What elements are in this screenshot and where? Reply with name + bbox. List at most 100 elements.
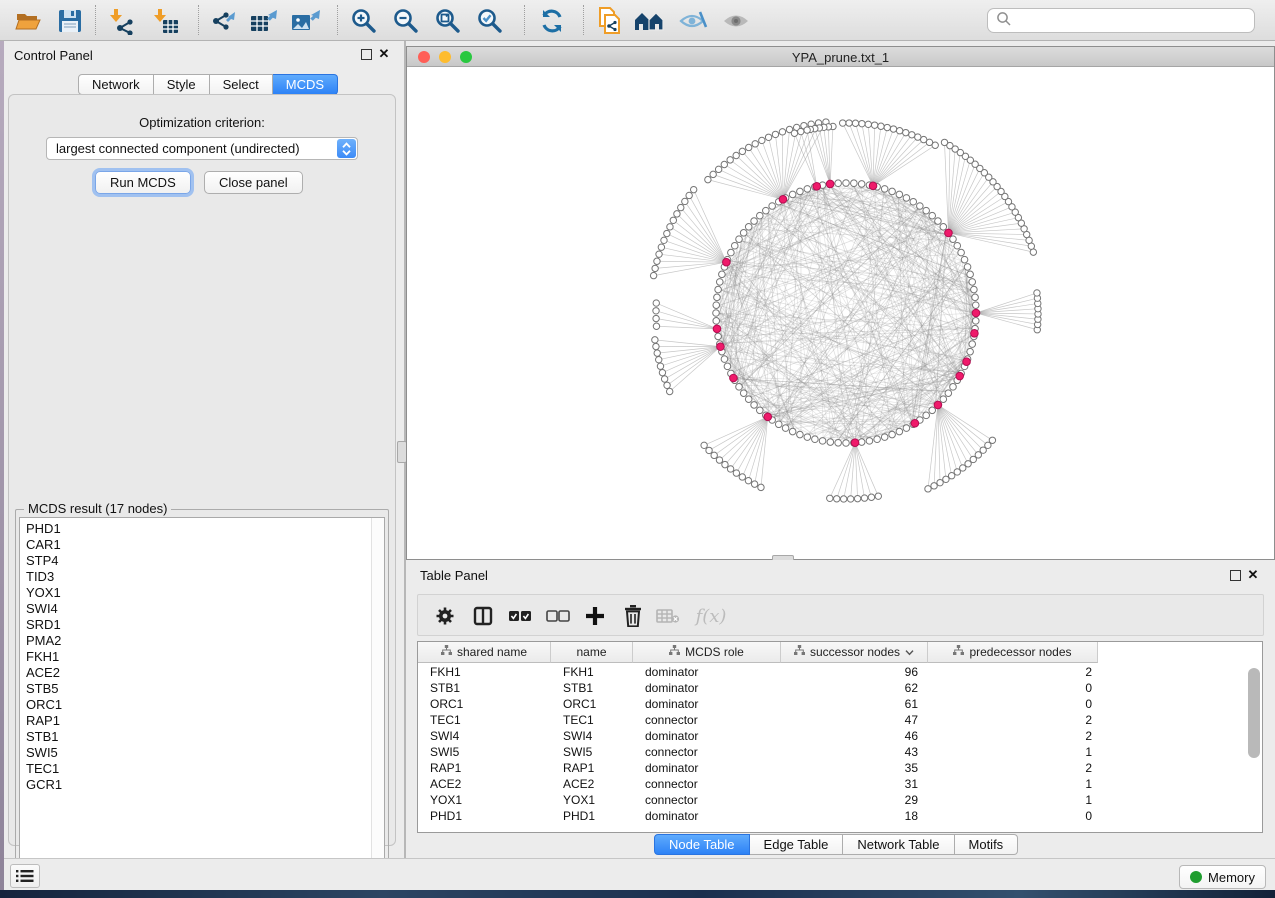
search-box <box>987 8 1255 33</box>
open-file-button[interactable] <box>10 4 46 37</box>
tab-select[interactable]: Select <box>210 74 273 95</box>
function-builder-button[interactable]: f(x) <box>690 600 732 632</box>
column-header-mcds-role[interactable]: MCDS role <box>633 642 781 663</box>
mcds-result-item[interactable]: STB1 <box>26 729 384 745</box>
tab-network-table[interactable]: Network Table <box>843 834 954 855</box>
table-cell: 2 <box>928 760 1098 776</box>
mcds-result-item[interactable]: SRD1 <box>26 617 384 633</box>
tab-style[interactable]: Style <box>154 74 210 95</box>
table-row[interactable]: YOX1YOX1connector291 <box>418 792 1098 808</box>
zoom-selected-button[interactable] <box>472 4 508 37</box>
table-row[interactable]: SWI4SWI4dominator462 <box>418 728 1098 744</box>
select-all-button[interactable] <box>504 600 536 632</box>
column-layout-button[interactable] <box>467 600 499 632</box>
zoom-fit-button[interactable] <box>430 4 466 37</box>
node-table: shared name name MCDS role successor nod… <box>417 641 1263 833</box>
mcds-result-item[interactable]: YOX1 <box>26 585 384 601</box>
network-window-title: YPA_prune.txt_1 <box>407 50 1274 65</box>
mcds-result-item[interactable]: SWI5 <box>26 745 384 761</box>
mcds-result-item[interactable]: STB5 <box>26 681 384 697</box>
column-header-successor-nodes[interactable]: successor nodes <box>781 642 928 663</box>
float-panel-icon[interactable] <box>361 49 372 60</box>
export-network-button[interactable] <box>206 4 242 37</box>
table-row[interactable]: ORC1ORC1dominator610 <box>418 696 1098 712</box>
mcds-result-item[interactable]: ACE2 <box>26 665 384 681</box>
table-row[interactable]: RAP1RAP1dominator352 <box>418 760 1098 776</box>
import-table-button[interactable] <box>148 4 184 37</box>
mcds-result-title: MCDS result (17 nodes) <box>24 501 171 516</box>
column-header-name[interactable]: name <box>551 642 633 663</box>
table-cell: dominator <box>633 760 781 776</box>
network-graph[interactable] <box>407 67 1274 559</box>
tab-edge-table[interactable]: Edge Table <box>750 834 844 855</box>
deselect-all-button[interactable] <box>542 600 574 632</box>
tab-node-table[interactable]: Node Table <box>654 834 750 855</box>
mcds-result-item[interactable]: ORC1 <box>26 697 384 713</box>
mcds-result-item[interactable]: PHD1 <box>26 521 384 537</box>
float-table-panel-icon[interactable] <box>1230 570 1241 581</box>
delete-row-button[interactable] <box>617 600 649 632</box>
table-cell: 46 <box>781 728 928 744</box>
table-scrollbar-thumb[interactable] <box>1248 668 1260 758</box>
column-header-predecessor-nodes[interactable]: predecessor nodes <box>928 642 1098 663</box>
mcds-result-item[interactable]: CAR1 <box>26 537 384 553</box>
table-row[interactable]: SWI5SWI5connector431 <box>418 744 1098 760</box>
hide-selected-button[interactable] <box>676 4 712 37</box>
add-row-button[interactable] <box>579 600 611 632</box>
table-row[interactable]: FKH1FKH1dominator962 <box>418 664 1098 680</box>
task-history-button[interactable] <box>10 864 40 888</box>
mcds-result-item[interactable]: TEC1 <box>26 761 384 777</box>
export-image-button[interactable] <box>288 4 324 37</box>
table-row[interactable]: PHD1PHD1dominator180 <box>418 808 1098 824</box>
table-toolbar: f(x) <box>417 594 1264 636</box>
table-cell: 0 <box>928 808 1098 824</box>
table-cell: 0 <box>928 696 1098 712</box>
checked-boxes-icon <box>504 609 536 623</box>
tab-motifs[interactable]: Motifs <box>955 834 1019 855</box>
mcds-result-item[interactable]: FKH1 <box>26 649 384 665</box>
settings-gear-button[interactable] <box>429 600 461 632</box>
mcds-result-item[interactable]: TID3 <box>26 569 384 585</box>
trash-icon <box>617 605 649 627</box>
mcds-result-item[interactable]: SWI4 <box>26 601 384 617</box>
refresh-button[interactable] <box>534 4 570 37</box>
table-cell: dominator <box>633 680 781 696</box>
plus-icon <box>579 606 611 626</box>
table-row[interactable]: ACE2ACE2connector311 <box>418 776 1098 792</box>
import-network-button[interactable] <box>104 4 140 37</box>
export-table-button[interactable] <box>246 4 282 37</box>
mcds-result-item[interactable]: GCR1 <box>26 777 384 793</box>
show-all-button[interactable] <box>718 4 754 37</box>
mcds-list-scrollbar[interactable] <box>371 518 384 876</box>
zoom-in-icon <box>346 7 382 35</box>
close-panel-button[interactable]: Close panel <box>204 171 303 194</box>
first-neighbors-button[interactable] <box>632 4 668 37</box>
network-window-titlebar[interactable]: YPA_prune.txt_1 <box>407 47 1274 67</box>
network-window: YPA_prune.txt_1 <box>406 46 1275 560</box>
tab-network[interactable]: Network <box>78 74 154 95</box>
memory-label: Memory <box>1208 870 1255 885</box>
close-table-panel-icon[interactable]: ✕ <box>1245 566 1261 584</box>
run-mcds-button[interactable]: Run MCDS <box>95 171 191 194</box>
table-row[interactable]: TEC1TEC1connector472 <box>418 712 1098 728</box>
mcds-result-item[interactable]: STP4 <box>26 553 384 569</box>
tab-mcds[interactable]: MCDS <box>273 74 338 95</box>
clear-table-button[interactable] <box>652 600 684 632</box>
table-cell: STB1 <box>418 680 551 696</box>
copy-network-button[interactable] <box>592 4 628 37</box>
table-cell: 1 <box>928 776 1098 792</box>
zoom-out-button[interactable] <box>388 4 424 37</box>
column-header-shared-name[interactable]: shared name <box>418 642 551 663</box>
table-cell: PHD1 <box>418 808 551 824</box>
mcds-result-item[interactable]: RAP1 <box>26 713 384 729</box>
table-row[interactable]: STB1STB1dominator620 <box>418 680 1098 696</box>
mcds-result-list[interactable]: PHD1CAR1STP4TID3YOX1SWI4SRD1PMA2FKH1ACE2… <box>19 517 385 877</box>
optimization-criterion-select[interactable]: largest connected component (undirected) <box>46 137 358 160</box>
memory-button[interactable]: Memory <box>1179 865 1266 889</box>
search-input[interactable] <box>1012 11 1254 31</box>
table-cell: dominator <box>633 728 781 744</box>
mcds-result-item[interactable]: PMA2 <box>26 633 384 649</box>
close-panel-icon[interactable]: ✕ <box>376 45 392 63</box>
zoom-in-button[interactable] <box>346 4 382 37</box>
save-button[interactable] <box>52 4 88 37</box>
